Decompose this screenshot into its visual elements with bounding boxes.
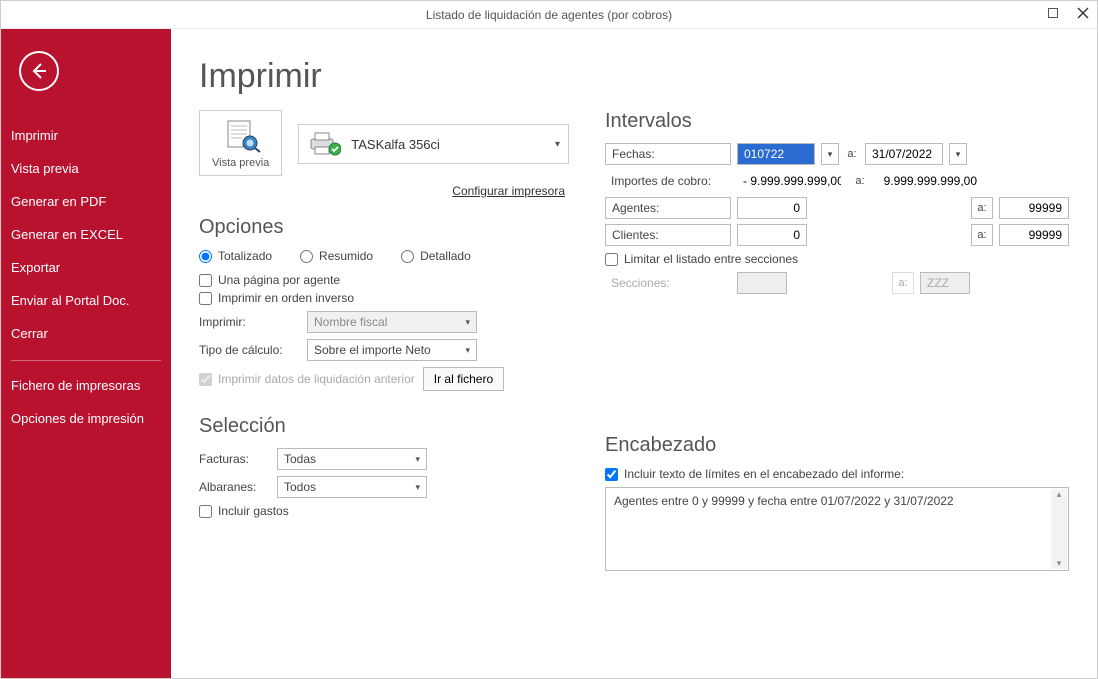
window-title: Listado de liquidación de agentes (por c… [426, 8, 672, 22]
preview-label: Vista previa [212, 157, 269, 169]
row-imprimir: Imprimir: Nombre fiscal▾ [199, 311, 569, 333]
close-button[interactable] [1073, 3, 1093, 23]
window-buttons [1043, 3, 1093, 23]
check-una-pagina[interactable]: Una página por agente [199, 273, 569, 287]
check-orden-inverso[interactable]: Imprimir en orden inverso [199, 291, 569, 305]
row-albaranes: Albaranes: Todos▾ [199, 476, 569, 498]
printer-name: TASKalfa 356ci [351, 137, 545, 152]
imprimir-label: Imprimir: [199, 315, 299, 329]
row-secciones: Secciones: a: [605, 272, 1069, 294]
radio-detallado[interactable]: Detallado [401, 249, 471, 263]
imprimir-select: Nombre fiscal▾ [307, 311, 477, 333]
selection-heading: Selección [199, 415, 569, 438]
back-button[interactable] [19, 51, 59, 91]
header-text: Agentes entre 0 y 99999 y fecha entre 01… [606, 488, 1068, 514]
sidebar: Imprimir Vista previa Generar en PDF Gen… [1, 29, 171, 678]
a-label-2: a: [853, 175, 867, 187]
body: Imprimir Vista previa Generar en PDF Gen… [1, 29, 1097, 678]
agentes-label[interactable]: Agentes: [605, 197, 731, 219]
nav-exportar[interactable]: Exportar [1, 251, 171, 284]
row-fechas: Fechas: ▾ a: ▾ [605, 143, 1069, 165]
row-importes: Importes de cobro: a: [605, 170, 1069, 192]
config-printer-link[interactable]: Configurar impresora [452, 184, 565, 198]
fechas-to[interactable] [865, 143, 943, 165]
secciones-to [920, 272, 970, 294]
preview-icon [220, 119, 262, 153]
calculo-select[interactable]: Sobre el importe Neto▾ [307, 339, 477, 361]
importes-label: Importes de cobro: [605, 170, 731, 192]
row-facturas: Facturas: Todas▾ [199, 448, 569, 470]
radio-totalizado[interactable]: Totalizado [199, 249, 272, 263]
header-textarea[interactable]: Agentes entre 0 y 99999 y fecha entre 01… [605, 487, 1069, 571]
row-agentes: Agentes: a: [605, 197, 1069, 219]
window: Listado de liquidación de agentes (por c… [0, 0, 1098, 679]
row-clientes: Clientes: a: [605, 224, 1069, 246]
intervals-heading: Intervalos [605, 110, 1069, 133]
check-limit-sections[interactable]: Limitar el listado entre secciones [605, 252, 1069, 266]
clientes-to[interactable] [999, 224, 1069, 246]
fechas-from[interactable] [737, 143, 815, 165]
nav-separator [11, 360, 161, 361]
secciones-from [737, 272, 787, 294]
page-title: Imprimir [199, 57, 1069, 96]
maximize-button[interactable] [1043, 3, 1063, 23]
radio-resumido[interactable]: Resumido [300, 249, 373, 263]
fechas-from-drop[interactable]: ▾ [821, 143, 839, 165]
right-column: Intervalos Fechas: ▾ a: ▾ Importes de co… [605, 110, 1069, 571]
nav-generar-pdf[interactable]: Generar en PDF [1, 185, 171, 218]
header-heading: Encabezado [605, 434, 1069, 457]
printer-selector[interactable]: TASKalfa 356ci ▾ [298, 124, 569, 164]
nav: Imprimir Vista previa Generar en PDF Gen… [1, 119, 171, 435]
facturas-label: Facturas: [199, 452, 269, 466]
nav-generar-excel[interactable]: Generar en EXCEL [1, 218, 171, 251]
a-label-4: a: [971, 224, 993, 246]
row-prev-data: Imprimir datos de liquidación anterior I… [199, 367, 569, 391]
calculo-label: Tipo de cálculo: [199, 343, 299, 357]
scrollbar[interactable]: ▴▾ [1051, 489, 1067, 569]
a-label-3: a: [971, 197, 993, 219]
a-label-1: a: [845, 148, 859, 160]
left-column: Vista previa [199, 110, 569, 571]
clientes-from[interactable] [737, 224, 807, 246]
options-heading: Opciones [199, 216, 569, 239]
nav-fichero-impresoras[interactable]: Fichero de impresoras [1, 369, 171, 402]
row-tipo-calculo: Tipo de cálculo: Sobre el importe Neto▾ [199, 339, 569, 361]
goto-file-button[interactable]: Ir al fichero [423, 367, 504, 391]
chevron-down-icon: ▾ [555, 139, 560, 150]
preview-row: Vista previa [199, 110, 569, 176]
check-prev-data: Imprimir datos de liquidación anterior [199, 372, 415, 386]
a-label-5: a: [892, 272, 914, 294]
clientes-label[interactable]: Clientes: [605, 224, 731, 246]
nav-opciones-impresion[interactable]: Opciones de impresión [1, 402, 171, 435]
agentes-to[interactable] [999, 197, 1069, 219]
nav-cerrar[interactable]: Cerrar [1, 317, 171, 350]
nav-vista-previa[interactable]: Vista previa [1, 152, 171, 185]
check-incluir-gastos[interactable]: Incluir gastos [199, 504, 569, 518]
importes-from[interactable] [737, 170, 847, 192]
titlebar: Listado de liquidación de agentes (por c… [1, 1, 1097, 29]
preview-button[interactable]: Vista previa [199, 110, 282, 176]
albaranes-label: Albaranes: [199, 480, 269, 494]
printer-icon [307, 131, 341, 157]
importes-to[interactable] [873, 170, 983, 192]
config-printer-row: Configurar impresora [199, 184, 565, 198]
nav-enviar-portal[interactable]: Enviar al Portal Doc. [1, 284, 171, 317]
nav-imprimir[interactable]: Imprimir [1, 119, 171, 152]
agentes-from[interactable] [737, 197, 807, 219]
columns: Vista previa [199, 110, 1069, 571]
check-include-limits[interactable]: Incluir texto de límites en el encabezad… [605, 467, 1069, 481]
secciones-label: Secciones: [605, 272, 731, 294]
fechas-to-drop[interactable]: ▾ [949, 143, 967, 165]
facturas-select[interactable]: Todas▾ [277, 448, 427, 470]
fechas-label[interactable]: Fechas: [605, 143, 731, 165]
albaranes-select[interactable]: Todos▾ [277, 476, 427, 498]
mode-radios: Totalizado Resumido Detallado [199, 249, 569, 263]
main-panel: Imprimir [171, 29, 1097, 678]
